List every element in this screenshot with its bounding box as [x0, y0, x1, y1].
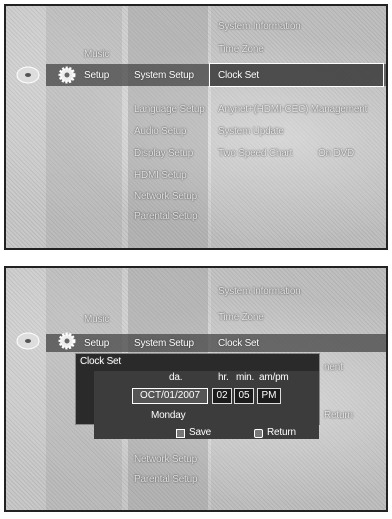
save-button[interactable]: Save — [189, 427, 211, 438]
minute-header: min. — [236, 372, 255, 383]
date-header: da. — [169, 372, 183, 383]
minute-field[interactable]: 05 — [234, 388, 254, 404]
option-system-update[interactable]: System Update — [218, 126, 284, 137]
sub-item-audio-setup[interactable]: Audio Setup — [134, 126, 186, 137]
option-anynet-management[interactable]: Anynet+(HDMI-CEC) Management — [218, 104, 367, 115]
dialog-title: Clock Set — [80, 356, 121, 367]
main-menu-column — [46, 6, 122, 248]
sub-item-parental-setup[interactable]: Parental Setup — [134, 474, 198, 485]
menu-item-music[interactable]: Music — [84, 49, 109, 60]
weekday-label: Monday — [151, 410, 186, 421]
settings-screen-top: Music Setup System Setup Language Setup … — [4, 4, 388, 250]
option-partial-return: Return — [324, 410, 353, 421]
option-two-speed-value: On DVD — [318, 148, 355, 159]
option-time-zone[interactable]: Time Zone — [218, 312, 264, 323]
hour-field[interactable]: 02 — [212, 388, 232, 404]
gear-icon — [58, 332, 76, 350]
gear-icon — [58, 66, 76, 84]
ampm-field[interactable]: PM — [257, 388, 281, 404]
option-clock-set[interactable]: Clock Set — [218, 338, 259, 349]
disc-icon — [16, 66, 40, 84]
menu-item-music[interactable]: Music — [84, 314, 109, 325]
sub-item-network-setup[interactable]: Network Setup — [134, 454, 197, 465]
return-key-icon — [254, 429, 263, 438]
option-clock-set[interactable]: Clock Set — [218, 70, 259, 81]
option-system-information[interactable]: System Information — [218, 21, 301, 32]
sub-item-display-setup[interactable]: Display Setup — [134, 148, 193, 159]
option-two-speed-chart[interactable]: Two Speed Chart — [218, 148, 292, 159]
settings-screen-bottom: Music Setup System Setup System Informat… — [4, 266, 388, 512]
sub-item-parental-setup[interactable]: Parental Setup — [134, 211, 198, 222]
sub-item-system-setup[interactable]: System Setup — [134, 338, 194, 349]
option-time-zone[interactable]: Time Zone — [218, 44, 264, 55]
sub-item-hdmi-setup[interactable]: HDMI Setup — [134, 170, 187, 181]
sub-item-network-setup[interactable]: Network Setup — [134, 191, 197, 202]
sub-item-system-setup[interactable]: System Setup — [134, 70, 194, 81]
menu-item-setup[interactable]: Setup — [84, 338, 109, 349]
save-key-icon — [176, 429, 185, 438]
menu-item-setup[interactable]: Setup — [84, 70, 109, 81]
ampm-header: am/pm — [259, 372, 289, 383]
date-field[interactable]: OCT/01/2007 — [132, 388, 208, 404]
option-partial-management: nent — [324, 362, 343, 373]
sub-item-language-setup[interactable]: Language Setup — [134, 104, 205, 115]
disc-icon — [16, 332, 40, 350]
return-button[interactable]: Return — [267, 427, 296, 438]
option-system-information[interactable]: System Information — [218, 286, 301, 297]
hour-header: hr. — [218, 372, 229, 383]
